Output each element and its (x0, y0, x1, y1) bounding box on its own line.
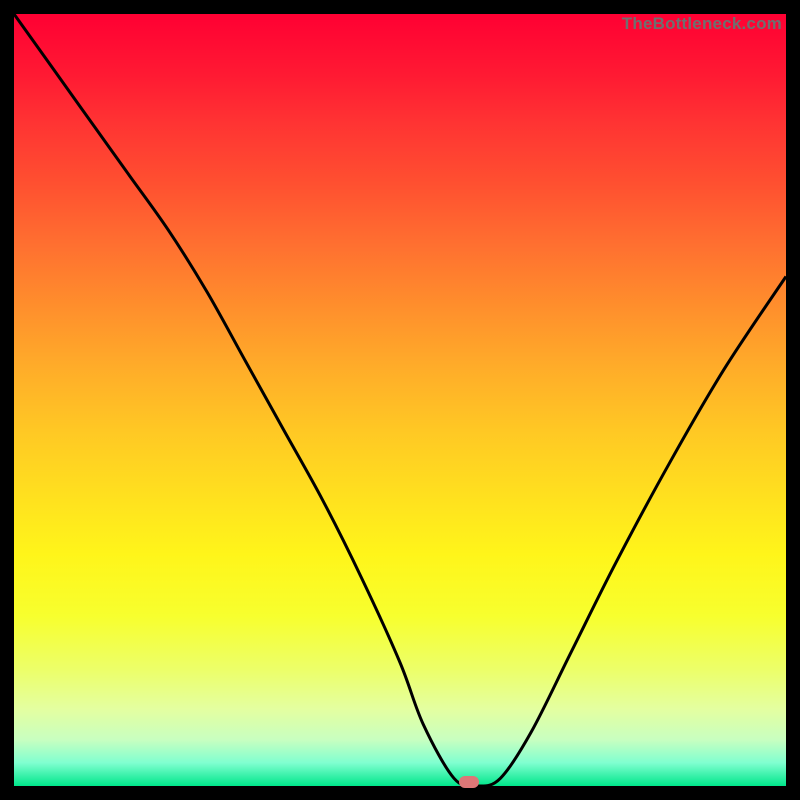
curve-min-marker (459, 776, 479, 788)
bottleneck-curve-path (14, 14, 786, 786)
plot-area: TheBottleneck.com (14, 14, 786, 786)
curve-svg (14, 14, 786, 786)
chart-container: TheBottleneck.com (0, 0, 800, 800)
